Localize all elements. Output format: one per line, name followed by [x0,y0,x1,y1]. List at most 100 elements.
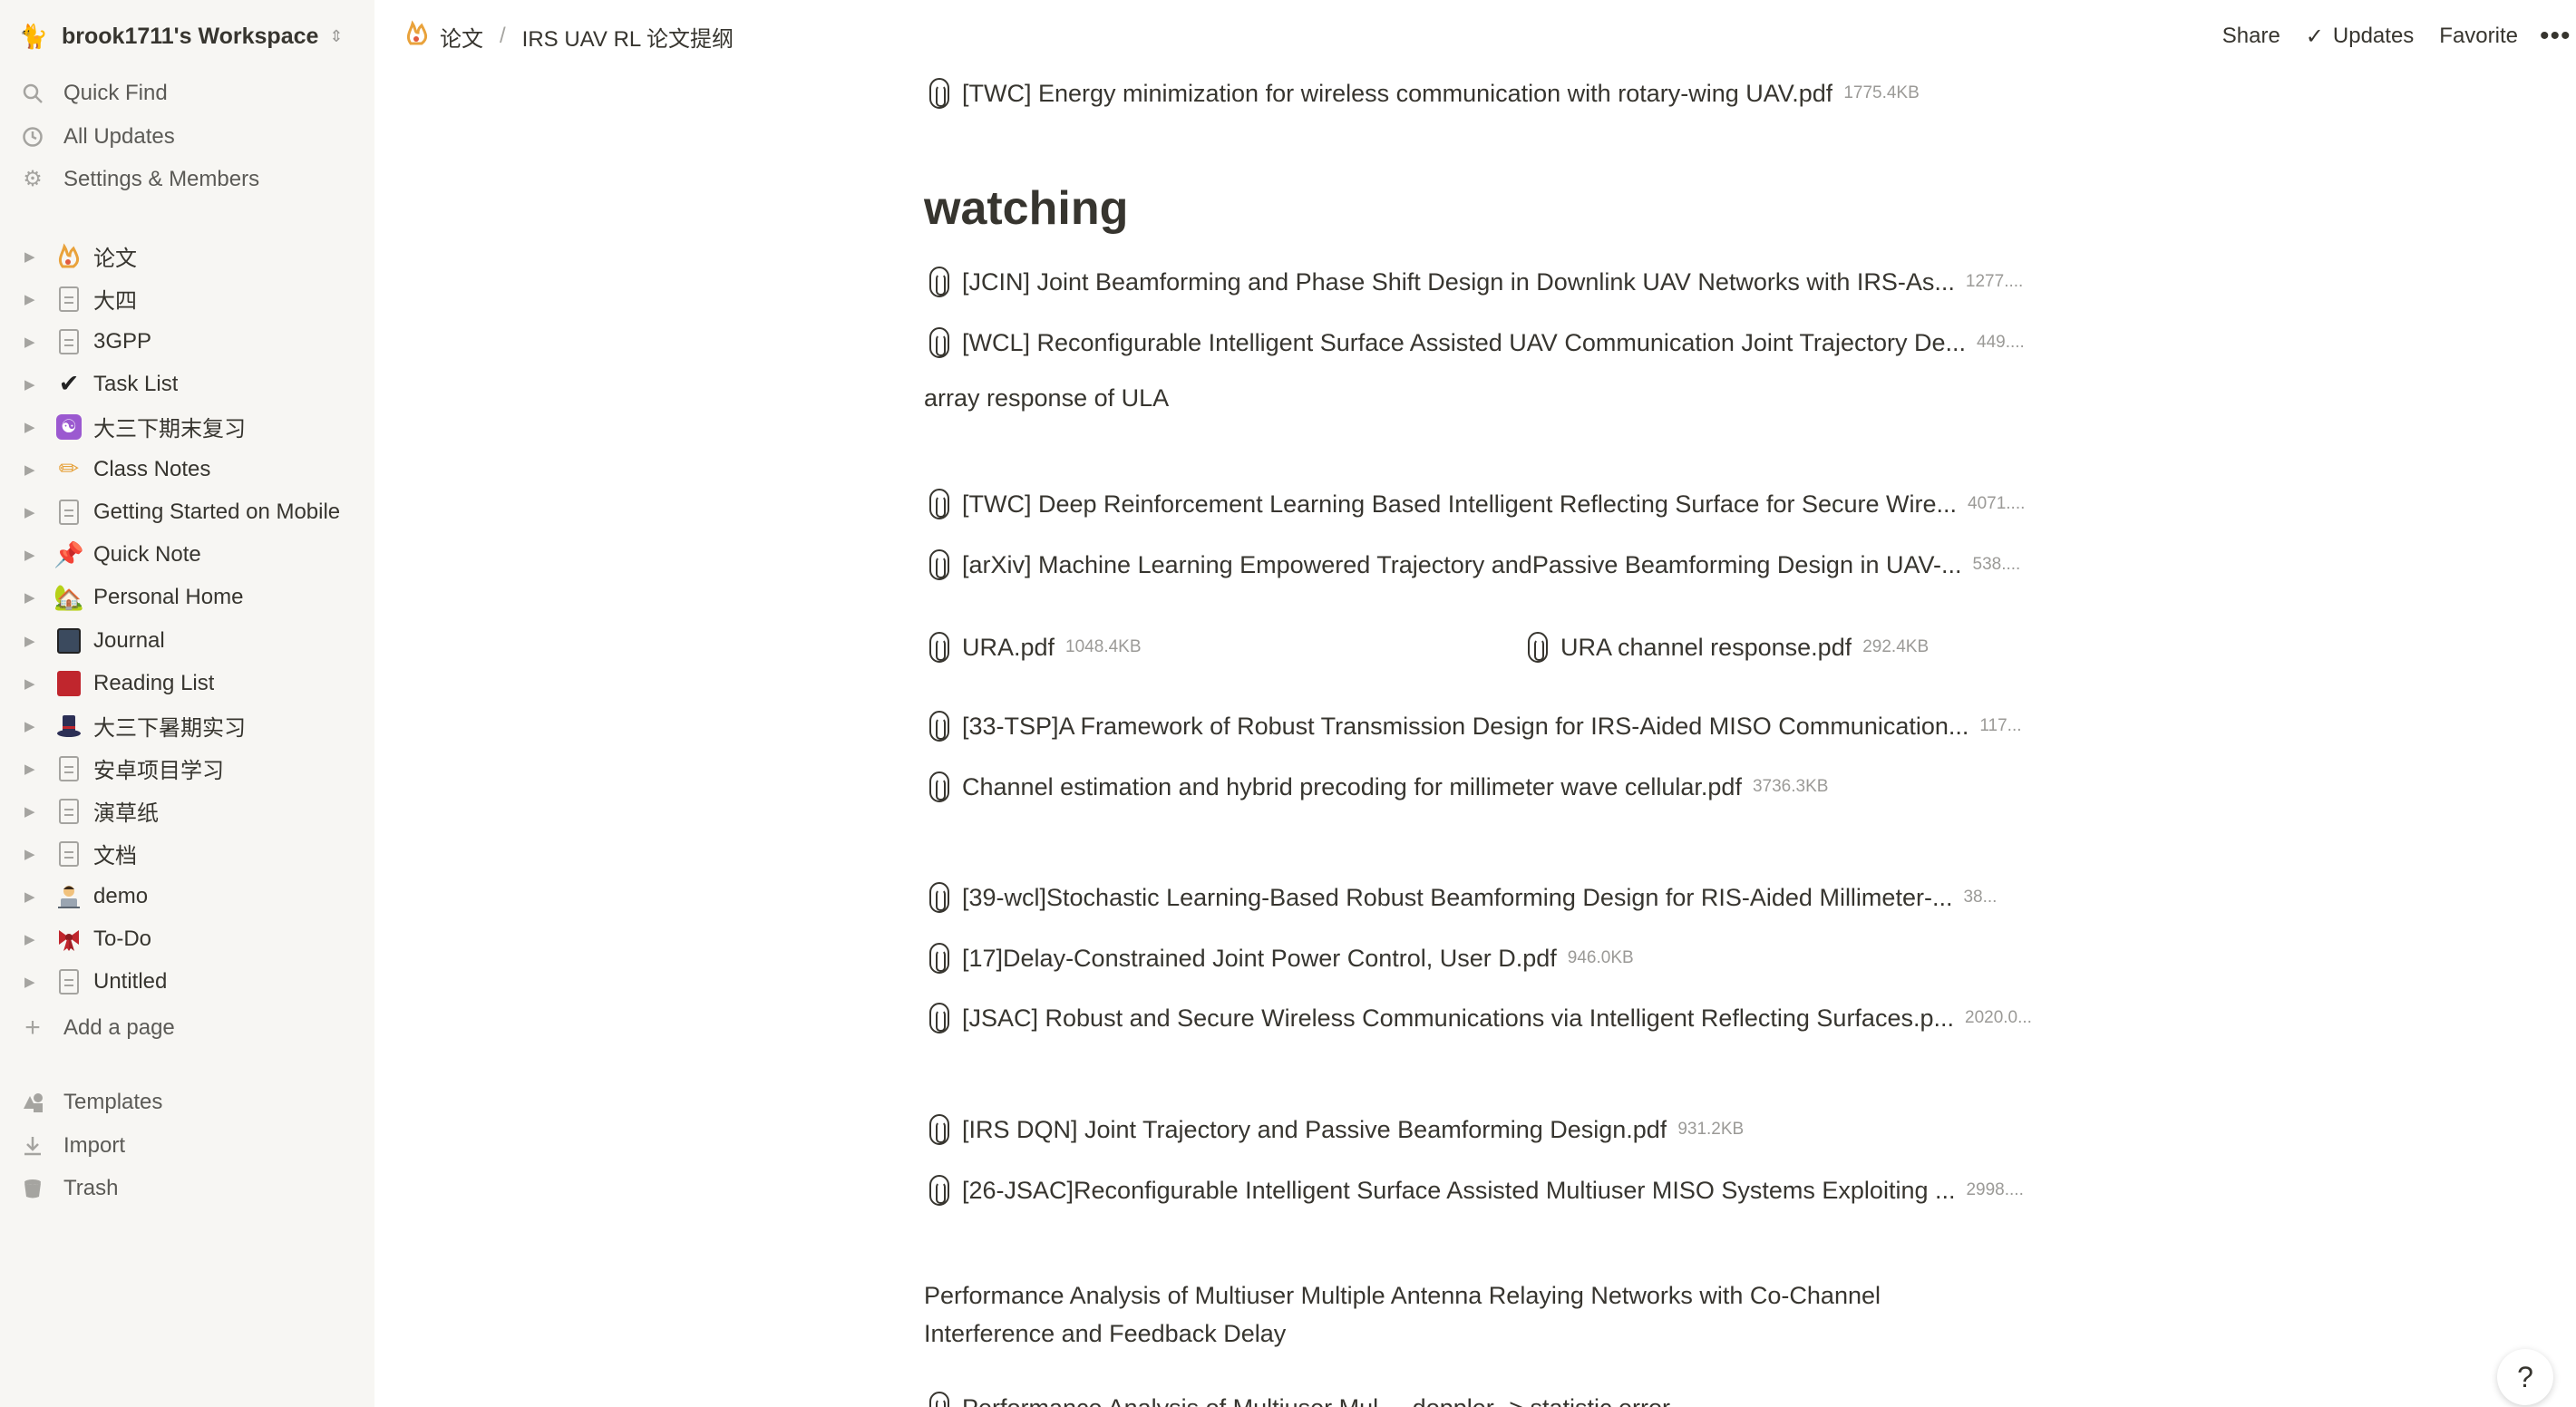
expand-triangle-icon[interactable]: ▶ [24,846,39,862]
paperclip-icon [929,632,949,663]
expand-triangle-icon[interactable]: ▶ [24,248,39,265]
sidebar-quick-find[interactable]: Quick Find [0,72,374,114]
paperclip-icon [929,1003,949,1033]
sidebar-trash[interactable]: Trash [0,1167,374,1209]
file-size: 1048.4KB [1065,637,1142,656]
sidebar-templates[interactable]: Templates [0,1081,374,1123]
pushpin-icon: 📌 [53,540,84,568]
sidebar-item-internship[interactable]: ▶ 大三下暑期实习 [0,704,374,747]
expand-triangle-icon[interactable]: ▶ [24,589,39,606]
breadcrumb-current-page[interactable]: IRS UAV RL 论文提纲 [522,21,734,53]
sidebar-import[interactable]: Import [0,1124,374,1167]
sidebar-item-label: 大四 [93,289,137,314]
expand-triangle-icon[interactable]: ▶ [24,461,39,478]
page-icon [53,753,84,784]
expand-triangle-icon[interactable]: ▶ [24,633,39,649]
expand-triangle-icon[interactable]: ▶ [24,718,39,734]
sidebar-item-label: Task List [93,371,179,396]
section-heading: watching [924,182,1129,235]
sidebar-item-label: 大三下期末复习 [93,417,246,442]
sidebar-item-personal-home[interactable]: ▶ 🏡 Personal Home [0,576,374,618]
sidebar-item-scratch[interactable]: ▶ 演草纸 [0,790,374,832]
page-content: [TWC] Energy minimization for wireless c… [924,0,2057,1407]
expand-triangle-icon[interactable]: ▶ [24,675,39,692]
workspace-switcher[interactable]: 🐈 brook1711's Workspace ⇕ [18,16,344,56]
workspace-avatar-icon: 🐈 [18,22,49,50]
file-attachment[interactable]: [JCIN] Joint Beamforming and Phase Shift… [924,264,2023,300]
file-attachment[interactable]: URA.pdf 1048.4KB [924,629,1142,665]
paperclip-icon [929,549,949,580]
file-attachment[interactable]: URA channel response.pdf 292.4KB [1522,629,1929,665]
expand-triangle-icon[interactable]: ▶ [24,504,39,520]
sidebar-item-lunwen[interactable]: ▶ 论文 [0,235,374,277]
sidebar-item-class-notes[interactable]: ▶ ✏ Class Notes [0,448,374,490]
file-size: 2020.0... [1965,1008,2032,1027]
share-button[interactable]: Share [2222,24,2280,49]
file-attachment[interactable]: [TWC] Energy minimization for wireless c… [924,75,1920,112]
file-size: 931.2KB [1677,1120,1745,1139]
expand-triangle-icon[interactable]: ▶ [24,761,39,777]
notebook-icon [53,626,84,656]
sidebar-item-dasi[interactable]: ▶ 大四 [0,277,374,320]
expand-triangle-icon[interactable]: ▶ [24,547,39,563]
sidebar-item-untitled[interactable]: ▶ Untitled [0,960,374,1003]
page-icon [53,839,84,869]
file-name: Channel estimation and hybrid precoding … [962,772,1742,801]
file-attachment[interactable]: [17]Delay-Constrained Joint Power Contro… [924,940,1634,976]
file-attachment[interactable]: [JSAC] Robust and Secure Wireless Commun… [924,1000,2032,1036]
sidebar-item-review[interactable]: ▶ ☯ 大三下期末复习 [0,405,374,448]
file-size: 1775.4KB [1843,83,1920,102]
expand-triangle-icon[interactable]: ▶ [24,376,39,393]
expand-triangle-icon[interactable]: ▶ [24,334,39,350]
sidebar-item-label: 安卓项目学习 [93,759,224,783]
file-attachment[interactable]: Performance Analysis of Multiuser Mul ..… [924,1389,1670,1407]
file-attachment[interactable]: [33-TSP]A Framework of Robust Transmissi… [924,708,2022,744]
more-options-icon[interactable]: ••• [2540,21,2576,52]
expand-triangle-icon[interactable]: ▶ [24,931,39,947]
sidebar-item-label: Reading List [93,670,215,695]
file-attachment[interactable]: Channel estimation and hybrid precoding … [924,769,1828,805]
sidebar-item-label: Quick Note [93,541,201,567]
developer-icon [53,881,84,912]
expand-triangle-icon[interactable]: ▶ [24,419,39,435]
sidebar-item-demo[interactable]: ▶ demo [0,875,374,917]
breadcrumb-root[interactable]: 论文 [440,21,483,53]
favorite-button[interactable]: Favorite [2439,24,2518,49]
file-size: 292.4KB [1862,637,1930,656]
help-button[interactable]: ? [2497,1349,2553,1405]
sidebar-item-docs[interactable]: ▶ 文档 [0,832,374,875]
sidebar-item-quick-note[interactable]: ▶ 📌 Quick Note [0,533,374,576]
expand-triangle-icon[interactable]: ▶ [24,291,39,307]
sidebar-item-journal[interactable]: ▶ Journal [0,619,374,662]
file-name: [39-wcl]Stochastic Learning-Based Robust… [962,883,1953,911]
expand-triangle-icon[interactable]: ▶ [24,803,39,820]
file-attachment[interactable]: [26-JSAC]Reconfigurable Intelligent Surf… [924,1172,2024,1208]
red-book-icon [53,668,84,699]
add-page-button[interactable]: + Add a page [0,1006,374,1049]
sidebar-all-updates-label: All Updates [63,123,175,149]
expand-triangle-icon[interactable]: ▶ [24,888,39,905]
sidebar-item-android[interactable]: ▶ 安卓项目学习 [0,747,374,790]
file-attachment[interactable]: [IRS DQN] Joint Trajectory and Passive B… [924,1111,1744,1148]
sidebar-all-updates[interactable]: All Updates [0,115,374,158]
sidebar-item-getting-started[interactable]: ▶ Getting Started on Mobile [0,490,374,533]
file-attachment[interactable]: [WCL] Reconfigurable Intelligent Surface… [924,325,2025,361]
sidebar-item-task-list[interactable]: ▶ ✔ Task List [0,363,374,405]
file-attachment[interactable]: [arXiv] Machine Learning Empowered Traje… [924,547,2020,583]
sidebar-trash-label: Trash [63,1175,119,1200]
file-name: URA.pdf [962,633,1055,661]
file-size: 4071.... [1968,494,2026,513]
sidebar-settings[interactable]: ⚙ Settings & Members [0,158,374,200]
file-attachment[interactable]: [39-wcl]Stochastic Learning-Based Robust… [924,879,1997,916]
updates-button[interactable]: ✓ Updates [2306,24,2415,50]
topbar-actions: Share ✓ Updates Favorite ••• [2222,20,2576,53]
sidebar-item-label: Getting Started on Mobile [93,499,341,524]
house-icon: 🏡 [53,583,84,611]
sidebar-item-todo[interactable]: ▶ To-Do [0,917,374,960]
expand-triangle-icon[interactable]: ▶ [24,974,39,990]
sidebar-item-3gpp[interactable]: ▶ 3GPP [0,320,374,363]
file-attachment[interactable]: [TWC] Deep Reinforcement Learning Based … [924,486,2025,522]
sidebar-item-reading-list[interactable]: ▶ Reading List [0,662,374,704]
paperclip-icon [929,1114,949,1145]
sidebar-item-label: demo [93,883,149,908]
